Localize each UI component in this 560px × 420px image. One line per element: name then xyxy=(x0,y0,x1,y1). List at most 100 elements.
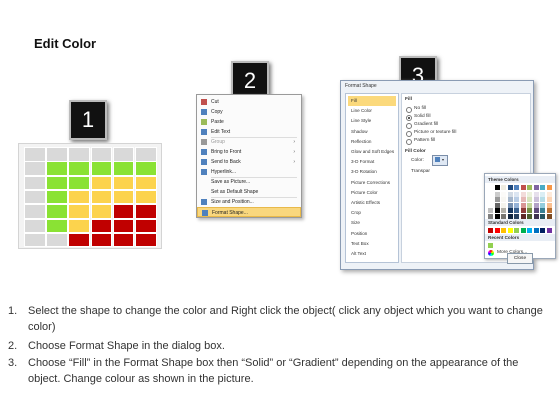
menu-item-save-as-picture[interactable]: Save as Picture... xyxy=(197,177,301,187)
category-alt-text[interactable]: Alt Text xyxy=(348,249,396,259)
theme-color-swatch[interactable] xyxy=(514,191,519,197)
theme-color-swatch[interactable] xyxy=(540,185,545,190)
menu-item-hyperlink[interactable]: Hyperlink... xyxy=(197,167,301,177)
theme-color-swatch[interactable] xyxy=(514,208,519,214)
category-line-color[interactable]: Line Color xyxy=(348,106,396,116)
category-line-style[interactable]: Line Style xyxy=(348,116,396,126)
grid-cell xyxy=(68,189,90,205)
close-button[interactable]: Close xyxy=(507,253,533,264)
category-glow-and-soft-edges[interactable]: Glow and Soft Edges xyxy=(348,147,396,157)
theme-color-swatch[interactable] xyxy=(514,185,519,190)
theme-color-swatch[interactable] xyxy=(507,191,513,197)
theme-color-swatch[interactable] xyxy=(533,197,539,203)
theme-color-swatch[interactable] xyxy=(527,202,532,208)
theme-color-swatch[interactable] xyxy=(501,191,506,197)
theme-color-swatch[interactable] xyxy=(494,197,500,203)
theme-color-swatch[interactable] xyxy=(501,202,506,208)
theme-color-swatch[interactable] xyxy=(501,208,506,214)
theme-color-swatch[interactable] xyxy=(540,191,545,197)
theme-color-swatch[interactable] xyxy=(546,191,552,197)
category-size[interactable]: Size xyxy=(348,218,396,228)
standard-color-swatch[interactable] xyxy=(520,228,526,233)
theme-color-swatch[interactable] xyxy=(520,191,526,197)
color-grid-shape[interactable] xyxy=(18,143,162,249)
grid-cell xyxy=(68,204,90,219)
recent-color-swatch[interactable] xyxy=(488,243,493,248)
theme-color-swatch[interactable] xyxy=(494,202,500,208)
theme-color-swatch[interactable] xyxy=(540,202,545,208)
radio-no-fill[interactable] xyxy=(406,107,412,113)
theme-color-swatch[interactable] xyxy=(488,208,493,214)
standard-color-swatch[interactable] xyxy=(540,228,545,233)
theme-color-swatch[interactable] xyxy=(533,208,539,214)
standard-color-swatch[interactable] xyxy=(546,228,552,233)
theme-color-swatch[interactable] xyxy=(507,202,513,208)
category-position[interactable]: Position xyxy=(348,229,396,239)
color-picker-button[interactable]: ▾ xyxy=(432,155,448,166)
theme-color-swatch[interactable] xyxy=(507,208,513,214)
category-fill[interactable]: Fill xyxy=(348,96,396,106)
theme-color-swatch[interactable] xyxy=(488,191,493,197)
category-text-box[interactable]: Text Box xyxy=(348,239,396,249)
theme-color-swatch[interactable] xyxy=(533,202,539,208)
theme-color-swatch[interactable] xyxy=(507,197,513,203)
theme-color-swatch[interactable] xyxy=(546,197,552,203)
theme-color-swatch[interactable] xyxy=(546,202,552,208)
menu-item-send-to-back[interactable]: Send to Back › xyxy=(197,157,301,167)
theme-color-swatch[interactable] xyxy=(527,185,532,190)
theme-color-swatch[interactable] xyxy=(520,185,526,190)
theme-color-swatch[interactable] xyxy=(514,202,519,208)
theme-color-swatch[interactable] xyxy=(488,202,493,208)
theme-color-swatch[interactable] xyxy=(488,197,493,203)
grid-cell xyxy=(46,204,68,219)
theme-color-swatch[interactable] xyxy=(488,185,493,190)
theme-color-swatch[interactable] xyxy=(507,185,513,190)
menu-item-cut[interactable]: Cut xyxy=(197,97,301,107)
menu-item-format-shape[interactable]: Format Shape... xyxy=(197,207,301,217)
theme-color-swatch[interactable] xyxy=(501,197,506,203)
category-picture-color[interactable]: Picture Color xyxy=(348,188,396,198)
standard-color-swatch[interactable] xyxy=(488,228,493,233)
theme-color-swatch[interactable] xyxy=(520,202,526,208)
menu-item-set-as-default-shape[interactable]: Set as Default Shape xyxy=(197,187,301,197)
menu-item-edit-text[interactable]: Edit Text xyxy=(197,127,301,137)
standard-color-swatch[interactable] xyxy=(494,228,500,233)
theme-color-swatch[interactable] xyxy=(540,197,545,203)
radio-pattern-fill[interactable] xyxy=(406,139,412,145)
theme-color-swatch[interactable] xyxy=(520,208,526,214)
theme-color-swatch[interactable] xyxy=(540,208,545,214)
category-3-d-format[interactable]: 3-D Format xyxy=(348,157,396,167)
category-crop[interactable]: Crop xyxy=(348,208,396,218)
category-reflection[interactable]: Reflection xyxy=(348,137,396,147)
menu-item-paste[interactable]: Paste xyxy=(197,117,301,127)
radio-gradient-fill[interactable] xyxy=(406,123,412,129)
standard-color-swatch[interactable] xyxy=(527,228,532,233)
category-shadow[interactable]: Shadow xyxy=(348,127,396,137)
category-artistic-effects[interactable]: Artistic Effects xyxy=(348,198,396,208)
theme-color-swatch[interactable] xyxy=(494,208,500,214)
theme-color-swatch[interactable] xyxy=(494,185,500,190)
menu-item-copy[interactable]: Copy xyxy=(197,107,301,117)
menu-item-bring-to-front[interactable]: Bring to Front › xyxy=(197,147,301,157)
standard-color-swatch[interactable] xyxy=(533,228,539,233)
theme-color-swatch[interactable] xyxy=(527,208,532,214)
theme-color-swatch[interactable] xyxy=(494,191,500,197)
theme-color-swatch[interactable] xyxy=(527,197,532,203)
radio-solid-fill[interactable] xyxy=(406,115,412,121)
theme-color-swatch[interactable] xyxy=(514,197,519,203)
radio-picture-or-texture-fill[interactable] xyxy=(406,131,412,137)
theme-color-swatch[interactable] xyxy=(533,185,539,190)
standard-color-swatch[interactable] xyxy=(507,228,513,233)
theme-color-swatch[interactable] xyxy=(501,185,506,190)
category-3-d-rotation[interactable]: 3-D Rotation xyxy=(348,167,396,177)
standard-color-swatch[interactable] xyxy=(514,228,519,233)
theme-color-swatch[interactable] xyxy=(533,191,539,197)
standard-color-swatch[interactable] xyxy=(501,228,506,233)
theme-color-swatch[interactable] xyxy=(546,208,552,214)
theme-color-swatch[interactable] xyxy=(527,191,532,197)
menu-item-size-and-position[interactable]: Size and Position... xyxy=(197,197,301,207)
size-icon xyxy=(201,199,207,205)
category-picture-corrections[interactable]: Picture Corrections xyxy=(348,178,396,188)
theme-color-swatch[interactable] xyxy=(520,197,526,203)
theme-color-swatch[interactable] xyxy=(546,185,552,190)
